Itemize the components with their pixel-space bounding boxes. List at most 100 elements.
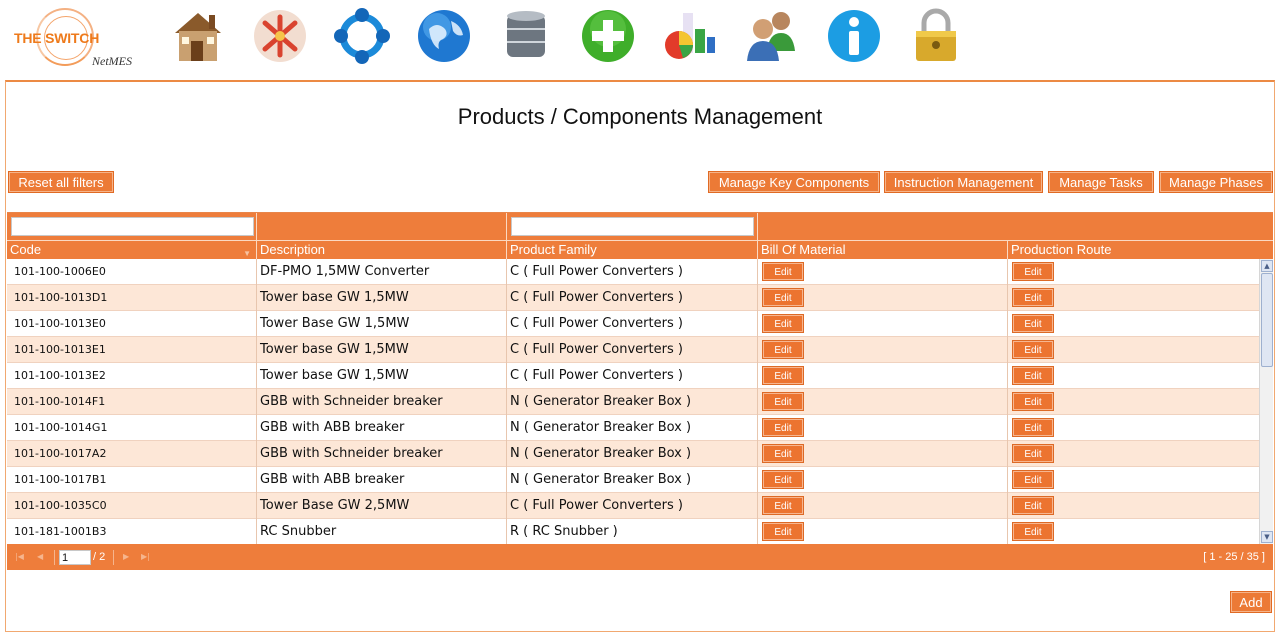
tools-icon[interactable] xyxy=(250,4,310,68)
column-header-bill-of-material[interactable]: Bill Of Material xyxy=(758,241,1008,259)
cell-bill-of-material: Edit xyxy=(758,311,1008,337)
edit-bom-button[interactable]: Edit xyxy=(763,523,803,540)
edit-route-button[interactable]: Edit xyxy=(1013,445,1053,462)
column-header-description[interactable]: Description xyxy=(257,241,507,259)
cell-description: Tower base GW 1,5MW xyxy=(257,337,507,363)
edit-route-button[interactable]: Edit xyxy=(1013,263,1053,280)
filter-row xyxy=(7,213,1273,241)
cell-code: 101-100-1014G1 xyxy=(7,415,257,441)
cell-product-family: N ( Generator Breaker Box ) xyxy=(507,467,758,493)
add-button[interactable]: Add xyxy=(1231,592,1271,612)
cell-description: RC Snubber xyxy=(257,519,507,544)
cell-bill-of-material: Edit xyxy=(758,441,1008,467)
edit-route-button[interactable]: Edit xyxy=(1013,367,1053,384)
cell-code: 101-100-1013E0 xyxy=(7,311,257,337)
scroll-down-icon[interactable]: ▼ xyxy=(1261,531,1273,543)
edit-bom-button[interactable]: Edit xyxy=(763,497,803,514)
instruction-management-button[interactable]: Instruction Management xyxy=(885,172,1042,192)
table-row[interactable]: 101-100-1006E0 DF-PMO 1,5MW Converter C ( … xyxy=(7,259,1259,285)
manage-key-components-button[interactable]: Manage Key Components xyxy=(709,172,879,192)
cell-description: GBB with ABB breaker xyxy=(257,467,507,493)
home-icon[interactable] xyxy=(168,4,228,68)
cell-product-family: C ( Full Power Converters ) xyxy=(507,493,758,519)
users-icon[interactable] xyxy=(742,4,802,68)
cell-bill-of-material: Edit xyxy=(758,467,1008,493)
info-icon[interactable] xyxy=(824,4,884,68)
cell-description: Tower Base GW 1,5MW xyxy=(257,311,507,337)
page-number-input[interactable] xyxy=(59,550,91,565)
edit-route-button[interactable]: Edit xyxy=(1013,419,1053,436)
cell-production-route: Edit xyxy=(1008,519,1259,544)
manage-phases-button[interactable]: Manage Phases xyxy=(1160,172,1272,192)
previous-page-icon[interactable]: ◀ xyxy=(37,552,43,561)
products-grid: Code ▼ Description Product Family Bill O… xyxy=(7,212,1273,570)
reset-filters-button[interactable]: Reset all filters xyxy=(9,172,113,192)
column-header-production-route[interactable]: Production Route xyxy=(1008,241,1273,259)
cell-code: 101-100-1013D1 xyxy=(7,285,257,311)
cell-description: GBB with ABB breaker xyxy=(257,415,507,441)
last-page-icon[interactable]: ▶| xyxy=(141,552,150,561)
lock-icon[interactable] xyxy=(906,4,966,68)
add-icon[interactable] xyxy=(578,4,638,68)
manage-tasks-button[interactable]: Manage Tasks xyxy=(1049,172,1153,192)
product-family-filter-input[interactable] xyxy=(511,217,754,236)
table-row[interactable]: 101-181-1001B3 RC Snubber R ( RC Snubber )… xyxy=(7,519,1259,544)
process-cycle-icon[interactable] xyxy=(332,4,392,68)
table-row[interactable]: 101-100-1014G1 GBB with ABB breaker N ( Ge… xyxy=(7,415,1259,441)
cell-production-route: Edit xyxy=(1008,337,1259,363)
edit-bom-button[interactable]: Edit xyxy=(763,471,803,488)
grid-vertical-scrollbar[interactable]: ▲ ▼ xyxy=(1259,259,1273,544)
chart-icon[interactable] xyxy=(660,4,720,68)
cell-production-route: Edit xyxy=(1008,441,1259,467)
records-range: [ 1 - 25 / 35 ] xyxy=(1203,551,1265,563)
column-header-product-family[interactable]: Product Family xyxy=(507,241,758,259)
grid-pager: |◀ ◀ / 2 ▶ ▶| [ 1 - 25 / 35 ] xyxy=(7,544,1273,570)
first-page-icon[interactable]: |◀ xyxy=(15,552,24,561)
edit-bom-button[interactable]: Edit xyxy=(763,263,803,280)
cell-product-family: N ( Generator Breaker Box ) xyxy=(507,389,758,415)
scrollbar-thumb[interactable] xyxy=(1261,273,1273,367)
code-filter-input[interactable] xyxy=(11,217,254,236)
cell-bill-of-material: Edit xyxy=(758,415,1008,441)
cell-product-family: N ( Generator Breaker Box ) xyxy=(507,415,758,441)
top-navigation-bar: THE SWITCH NetMES xyxy=(0,0,1279,80)
table-row[interactable]: 101-100-1017A2 GBB with Schneider breaker… xyxy=(7,441,1259,467)
database-icon[interactable] xyxy=(496,4,556,68)
cell-bill-of-material: Edit xyxy=(758,363,1008,389)
table-row[interactable]: 101-100-1013E0 Tower Base GW 1,5MW C ( Ful… xyxy=(7,311,1259,337)
edit-bom-button[interactable]: Edit xyxy=(763,445,803,462)
the-switch-logo[interactable]: THE SWITCH NetMES xyxy=(10,6,145,74)
table-row[interactable]: 101-100-1013D1 Tower base GW 1,5MW C ( Ful… xyxy=(7,285,1259,311)
cell-product-family: C ( Full Power Converters ) xyxy=(507,285,758,311)
logo-title: THE SWITCH xyxy=(14,30,100,46)
edit-route-button[interactable]: Edit xyxy=(1013,289,1053,306)
edit-route-button[interactable]: Edit xyxy=(1013,393,1053,410)
table-row[interactable]: 101-100-1013E1 Tower base GW 1,5MW C ( Ful… xyxy=(7,337,1259,363)
cell-product-family: C ( Full Power Converters ) xyxy=(507,311,758,337)
cell-bill-of-material: Edit xyxy=(758,259,1008,285)
table-row[interactable]: 101-100-1017B1 GBB with ABB breaker N ( Ge… xyxy=(7,467,1259,493)
table-row[interactable]: 101-100-1013E2 Tower base GW 1,5MW C ( Ful… xyxy=(7,363,1259,389)
edit-route-button[interactable]: Edit xyxy=(1013,497,1053,514)
scroll-up-icon[interactable]: ▲ xyxy=(1261,260,1273,272)
edit-route-button[interactable]: Edit xyxy=(1013,471,1053,488)
edit-bom-button[interactable]: Edit xyxy=(763,289,803,306)
edit-bom-button[interactable]: Edit xyxy=(763,419,803,436)
column-header-code[interactable]: Code ▼ xyxy=(7,241,257,259)
table-row[interactable]: 101-100-1014F1 GBB with Schneider breaker… xyxy=(7,389,1259,415)
next-page-icon[interactable]: ▶ xyxy=(123,552,129,561)
edit-route-button[interactable]: Edit xyxy=(1013,341,1053,358)
globe-icon[interactable] xyxy=(414,4,474,68)
cell-production-route: Edit xyxy=(1008,285,1259,311)
edit-bom-button[interactable]: Edit xyxy=(763,367,803,384)
edit-route-button[interactable]: Edit xyxy=(1013,523,1053,540)
cell-code: 101-181-1001B3 xyxy=(7,519,257,544)
total-pages: / 2 xyxy=(93,551,106,563)
edit-bom-button[interactable]: Edit xyxy=(763,341,803,358)
edit-bom-button[interactable]: Edit xyxy=(763,315,803,332)
edit-route-button[interactable]: Edit xyxy=(1013,315,1053,332)
cell-production-route: Edit xyxy=(1008,467,1259,493)
edit-bom-button[interactable]: Edit xyxy=(763,393,803,410)
cell-production-route: Edit xyxy=(1008,415,1259,441)
table-row[interactable]: 101-100-1035C0 Tower Base GW 2,5MW C ( Ful… xyxy=(7,493,1259,519)
